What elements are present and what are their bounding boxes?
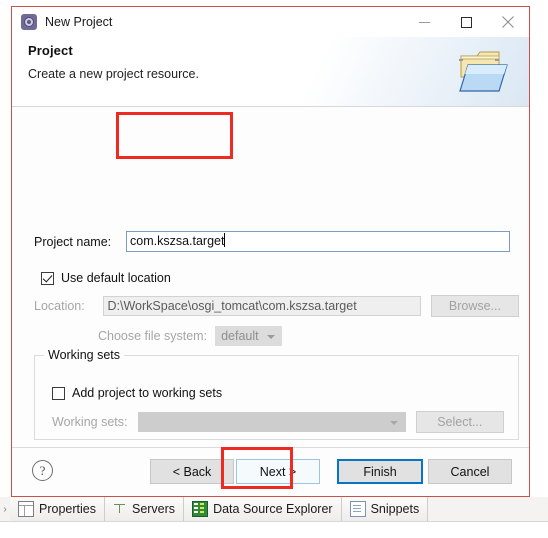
maximize-icon[interactable]: [445, 7, 487, 37]
dialog-title: New Project: [45, 15, 113, 29]
next-button[interactable]: Next >: [236, 459, 320, 484]
file-system-label: Choose file system:: [98, 329, 208, 343]
tab-bar-spacer: [428, 497, 548, 521]
servers-icon: [113, 502, 127, 516]
working-sets-group-label: Working sets: [44, 348, 125, 362]
file-system-value: default: [221, 329, 259, 343]
minimize-icon[interactable]: [403, 7, 445, 37]
dialog-button-bar: ? < Back Next > Finish Cancel: [12, 447, 529, 496]
tab-servers-label: Servers: [131, 502, 176, 516]
browse-button: Browse...: [430, 295, 519, 317]
use-default-location-checkbox[interactable]: [41, 271, 54, 285]
folder-wizard-icon: [455, 45, 517, 99]
location-input: D:\WorkSpace\osgi_tomcat\com.kszsa.targe…: [102, 296, 421, 316]
add-to-working-sets-label: Add project to working sets: [72, 386, 223, 400]
tab-properties-label: Properties: [39, 502, 96, 516]
help-icon[interactable]: ?: [32, 460, 53, 481]
eclipse-wizard-icon: [21, 14, 37, 30]
tab-servers[interactable]: Servers: [104, 497, 185, 521]
dialog-titlebar: New Project: [12, 7, 529, 37]
working-sets-group: Working sets Add project to working sets…: [34, 348, 519, 440]
finish-button[interactable]: Finish: [337, 459, 423, 484]
use-default-location-label: Use default location: [61, 271, 171, 285]
close-icon[interactable]: [487, 7, 529, 37]
tab-scroll-edge: ›: [3, 503, 7, 515]
tab-snippets[interactable]: Snippets: [341, 497, 429, 521]
project-name-label: Project name:: [34, 234, 112, 249]
tab-data-source-explorer-label: Data Source Explorer: [213, 502, 333, 516]
dialog-body: Project name: com.kszsa.target Use defau…: [12, 107, 529, 447]
back-button[interactable]: < Back: [150, 459, 234, 484]
select-working-sets-button: Select...: [415, 411, 504, 433]
new-project-dialog: New Project Project Create a new project…: [11, 6, 530, 497]
use-default-location-row[interactable]: Use default location: [41, 271, 171, 285]
file-system-row: Choose file system: default: [98, 326, 283, 346]
text-caret: [224, 233, 226, 247]
snippets-icon: [349, 501, 366, 517]
tab-data-source-explorer[interactable]: Data Source Explorer: [184, 497, 342, 521]
cancel-button[interactable]: Cancel: [428, 459, 512, 484]
location-row: Location: D:\WorkSpace\osgi_tomcat\com.k…: [34, 295, 519, 317]
project-name-row: Project name: com.kszsa.target: [34, 231, 510, 252]
data-source-explorer-icon: [192, 501, 209, 517]
page-subtitle: Create a new project resource.: [28, 67, 199, 81]
file-system-select: default: [215, 326, 283, 346]
page-title: Project: [28, 43, 73, 58]
properties-icon: [18, 501, 34, 517]
window-controls: [403, 7, 529, 37]
working-sets-label: Working sets:: [52, 415, 128, 429]
view-content-area: [0, 521, 548, 538]
working-sets-select: [138, 412, 406, 432]
tab-snippets-label: Snippets: [370, 502, 420, 516]
view-tab-bar: › Properties Servers Data Source Explore…: [0, 497, 548, 522]
tab-properties[interactable]: Properties: [10, 497, 105, 521]
chevron-down-icon: [267, 335, 276, 339]
project-name-value: com.kszsa.target: [130, 234, 225, 248]
location-label: Location:: [34, 299, 85, 313]
add-to-working-sets-checkbox[interactable]: [52, 386, 65, 400]
add-to-working-sets-row[interactable]: Add project to working sets: [52, 386, 222, 400]
project-name-input[interactable]: com.kszsa.target: [126, 231, 510, 252]
working-sets-select-row: Working sets: Select...: [52, 411, 504, 433]
chevron-down-icon: [389, 421, 398, 425]
wizard-header: Project Create a new project resource.: [12, 37, 529, 107]
